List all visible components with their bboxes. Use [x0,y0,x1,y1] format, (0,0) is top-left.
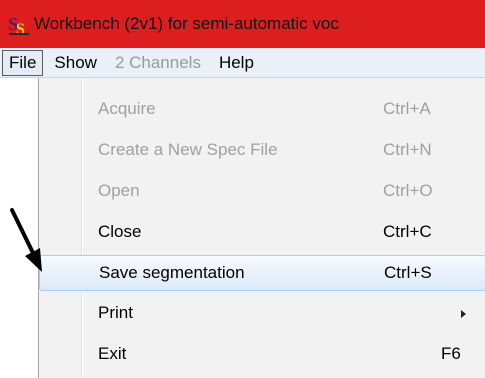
menu-item-print[interactable]: Print [39,296,484,332]
menu-item-label: Exit [98,344,127,363]
menu-item-label: Close [98,222,142,241]
menu-item-label: Save segmentation [99,263,245,282]
menu-show[interactable]: Show [47,50,104,76]
menu-item-save-segmentation[interactable]: Save segmentation Ctrl+S [39,255,485,291]
menu-item-label: Acquire [98,99,156,118]
menu-item-label: Create a New Spec File [98,140,278,159]
menu-item-open[interactable]: Open Ctrl+O [39,174,484,210]
menu-file[interactable]: File [2,50,44,76]
submenu-arrow-icon [461,310,466,318]
menu-item-shortcut: Ctrl+S [384,263,432,282]
menu-help[interactable]: Help [212,50,261,76]
menu-item-exit[interactable]: Exit F6 [39,337,484,373]
menu-item-label: Open [98,181,140,200]
menu-item-shortcut: Ctrl+C [383,222,432,241]
menu-2-channels[interactable]: 2 Channels [108,50,208,76]
menu-item-close[interactable]: Close Ctrl+C [39,215,484,251]
menu-item-label: Print [98,303,133,322]
title-bar: S S Workbench (2v1) for semi-automatic v… [0,0,485,48]
menu-item-shortcut: Ctrl+O [383,181,433,200]
app-logo-icon: S S [6,11,32,37]
menu-item-acquire[interactable]: Acquire Ctrl+A [39,92,484,128]
menu-item-shortcut: Ctrl+N [383,140,432,159]
file-menu-dropdown: Acquire Ctrl+A Create a New Spec File Ct… [38,78,485,378]
window-title: Workbench (2v1) for semi-automatic voc [34,14,339,33]
menu-item-shortcut: Ctrl+A [383,99,431,118]
menu-bar: File Show 2 Channels Help [0,48,485,78]
menu-item-shortcut: F6 [441,344,461,363]
menu-item-create-spec-file[interactable]: Create a New Spec File Ctrl+N [39,133,484,169]
